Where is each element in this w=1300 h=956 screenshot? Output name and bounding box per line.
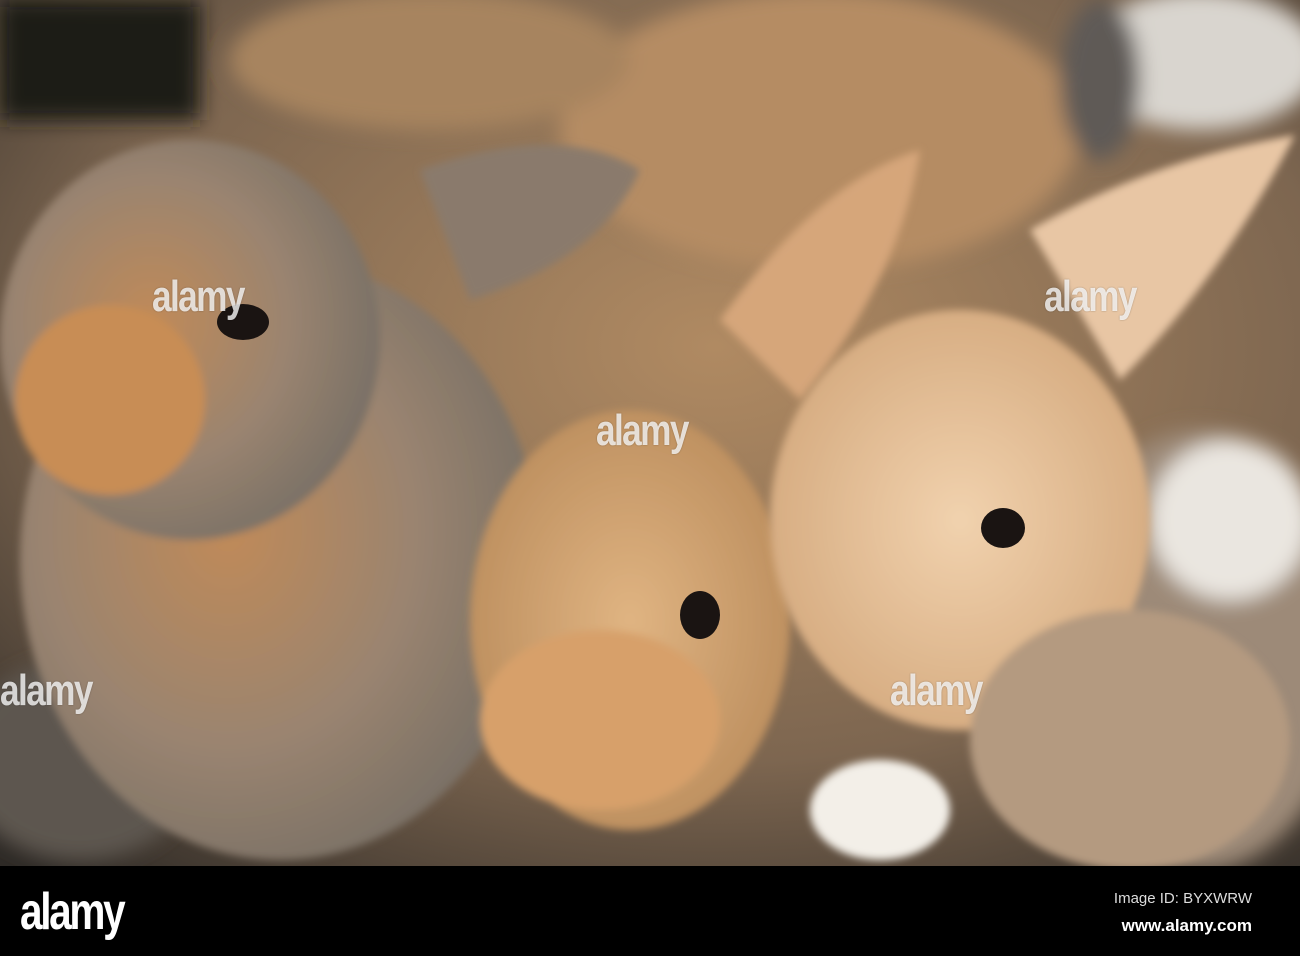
right-rabbit-eye xyxy=(981,508,1025,548)
watermark: alamy xyxy=(596,406,689,455)
footer-bar: alamy Image ID: BYXWRW www.alamy.com xyxy=(0,866,1300,956)
website-url: www.alamy.com xyxy=(1121,916,1252,935)
watermark: alamy xyxy=(152,272,245,321)
watermark: alamy xyxy=(890,666,983,715)
stock-photo: alamy alamy alamy alamy alamy alamy Imag… xyxy=(0,0,1300,956)
watermark: alamy xyxy=(0,666,93,715)
image-id: Image ID: BYXWRW xyxy=(1113,890,1252,907)
middle-rabbit-eye xyxy=(680,591,720,639)
alamy-logo: alamy xyxy=(20,883,126,941)
watermark: alamy xyxy=(1044,272,1137,321)
